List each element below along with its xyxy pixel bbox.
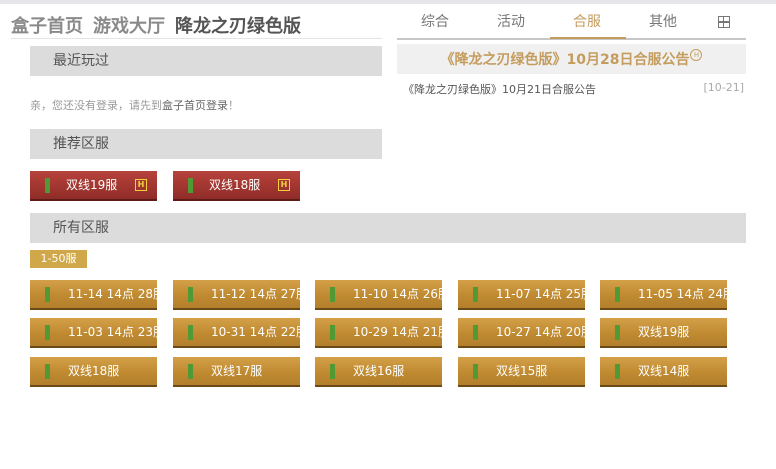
status-bar-icon — [473, 286, 478, 302]
tab-more-button[interactable] — [701, 8, 746, 38]
tab-other[interactable]: 其他 — [625, 8, 701, 38]
announcement-tabs: 综合 活动 合服 其他 — [397, 8, 746, 40]
server-button[interactable]: 11-14 14点 28服 — [30, 280, 165, 310]
server-label: 11-12 14点 27服 — [211, 287, 309, 301]
server-label: 双线18服 — [209, 178, 261, 192]
breadcrumb-game-hall-link[interactable]: 游戏大厅 — [93, 12, 165, 38]
server-label: 11-14 14点 28服 — [68, 287, 166, 301]
status-bar-icon — [45, 324, 50, 340]
section-recent-title: 最近玩过 — [53, 53, 109, 69]
featured-announcement[interactable]: 《降龙之刃绿色版》10月28日合服公告 H — [397, 44, 746, 74]
tab-events[interactable]: 活动 — [473, 8, 549, 38]
section-recommended-header: 推荐区服 — [30, 129, 382, 159]
status-bar-icon — [45, 177, 50, 193]
hot-badge-icon: H — [690, 49, 703, 61]
recommended-server-button[interactable]: 双线18服 H — [173, 171, 300, 201]
server-label: 双线16服 — [353, 364, 405, 378]
server-button[interactable]: 双线19服 — [600, 318, 727, 348]
status-bar-icon — [615, 324, 620, 340]
section-recent-header: 最近玩过 — [30, 46, 382, 76]
server-button[interactable]: 11-07 14点 25服 — [458, 280, 593, 310]
login-tip-prefix: 亲，您还没有登录，请先到 — [30, 99, 162, 112]
status-bar-icon — [330, 363, 335, 379]
recommended-server-button[interactable]: 双线19服 H — [30, 171, 157, 201]
server-button[interactable]: 双线14服 — [600, 357, 727, 387]
server-label: 双线15服 — [496, 364, 548, 378]
server-label: 双线18服 — [68, 364, 120, 378]
status-bar-icon — [330, 324, 335, 340]
announcement-list-item[interactable]: 《降龙之刃绿色版》10月21日合服公告 [10-21] — [403, 81, 744, 97]
login-tip-suffix: ！ — [228, 99, 239, 112]
server-label: 双线14服 — [638, 364, 690, 378]
status-bar-icon — [473, 324, 478, 340]
status-bar-icon — [188, 177, 193, 193]
announcement-item-title[interactable]: 《降龙之刃绿色版》10月21日合服公告 — [403, 83, 596, 96]
server-label: 双线19服 — [638, 325, 690, 339]
status-bar-icon — [188, 324, 193, 340]
hot-badge-icon: H — [135, 179, 147, 191]
server-label: 10-27 14点 20服 — [496, 325, 594, 339]
server-button[interactable]: 双线18服 — [30, 357, 157, 387]
plus-box-icon — [717, 16, 730, 28]
login-tip: 亲，您还没有登录，请先到盒子首页登录！ — [30, 97, 239, 113]
server-button[interactable]: 10-27 14点 20服 — [458, 318, 593, 348]
header-divider — [11, 38, 382, 39]
server-button[interactable]: 11-05 14点 24服 — [600, 280, 735, 310]
status-bar-icon — [615, 286, 620, 302]
status-bar-icon — [615, 363, 620, 379]
server-button[interactable]: 双线15服 — [458, 357, 585, 387]
server-button[interactable]: 10-31 14点 22服 — [173, 318, 308, 348]
top-strip — [0, 0, 776, 4]
server-label: 双线19服 — [66, 178, 118, 192]
server-button[interactable]: 双线16服 — [315, 357, 442, 387]
status-bar-icon — [45, 363, 50, 379]
status-bar-icon — [473, 363, 478, 379]
server-label: 10-29 14点 21服 — [353, 325, 451, 339]
breadcrumb: 盒子首页 游戏大厅 降龙之刃绿色版 — [11, 12, 311, 38]
status-bar-icon — [330, 286, 335, 302]
status-bar-icon — [188, 363, 193, 379]
server-label: 11-05 14点 24服 — [638, 287, 736, 301]
server-range-tab[interactable]: 1-50服 — [30, 250, 87, 268]
tab-general[interactable]: 综合 — [397, 8, 473, 38]
box-home-login-link[interactable]: 盒子首页登录 — [162, 99, 228, 112]
hot-badge-icon: H — [278, 179, 290, 191]
server-button[interactable]: 11-10 14点 26服 — [315, 280, 450, 310]
active-tab-indicator — [550, 37, 626, 39]
server-label: 11-03 14点 23服 — [68, 325, 166, 339]
server-button[interactable]: 10-29 14点 21服 — [315, 318, 450, 348]
server-button[interactable]: 双线17服 — [173, 357, 300, 387]
announcement-item-date: [10-21] — [703, 81, 744, 94]
section-all-servers-header: 所有区服 — [30, 213, 746, 243]
tab-server-merge[interactable]: 合服 — [549, 8, 625, 38]
server-button[interactable]: 11-12 14点 27服 — [173, 280, 308, 310]
server-label: 11-07 14点 25服 — [496, 287, 594, 301]
status-bar-icon — [45, 286, 50, 302]
featured-announcement-title: 《降龙之刃绿色版》10月28日合服公告 — [440, 52, 690, 68]
breadcrumb-home-link[interactable]: 盒子首页 — [11, 12, 83, 38]
page-title: 降龙之刃绿色版 — [175, 16, 301, 37]
server-label: 双线17服 — [211, 364, 263, 378]
server-label: 10-31 14点 22服 — [211, 325, 309, 339]
server-label: 11-10 14点 26服 — [353, 287, 451, 301]
section-all-servers-title: 所有区服 — [53, 220, 109, 236]
section-recommended-title: 推荐区服 — [53, 136, 109, 152]
status-bar-icon — [188, 286, 193, 302]
server-button[interactable]: 11-03 14点 23服 — [30, 318, 165, 348]
